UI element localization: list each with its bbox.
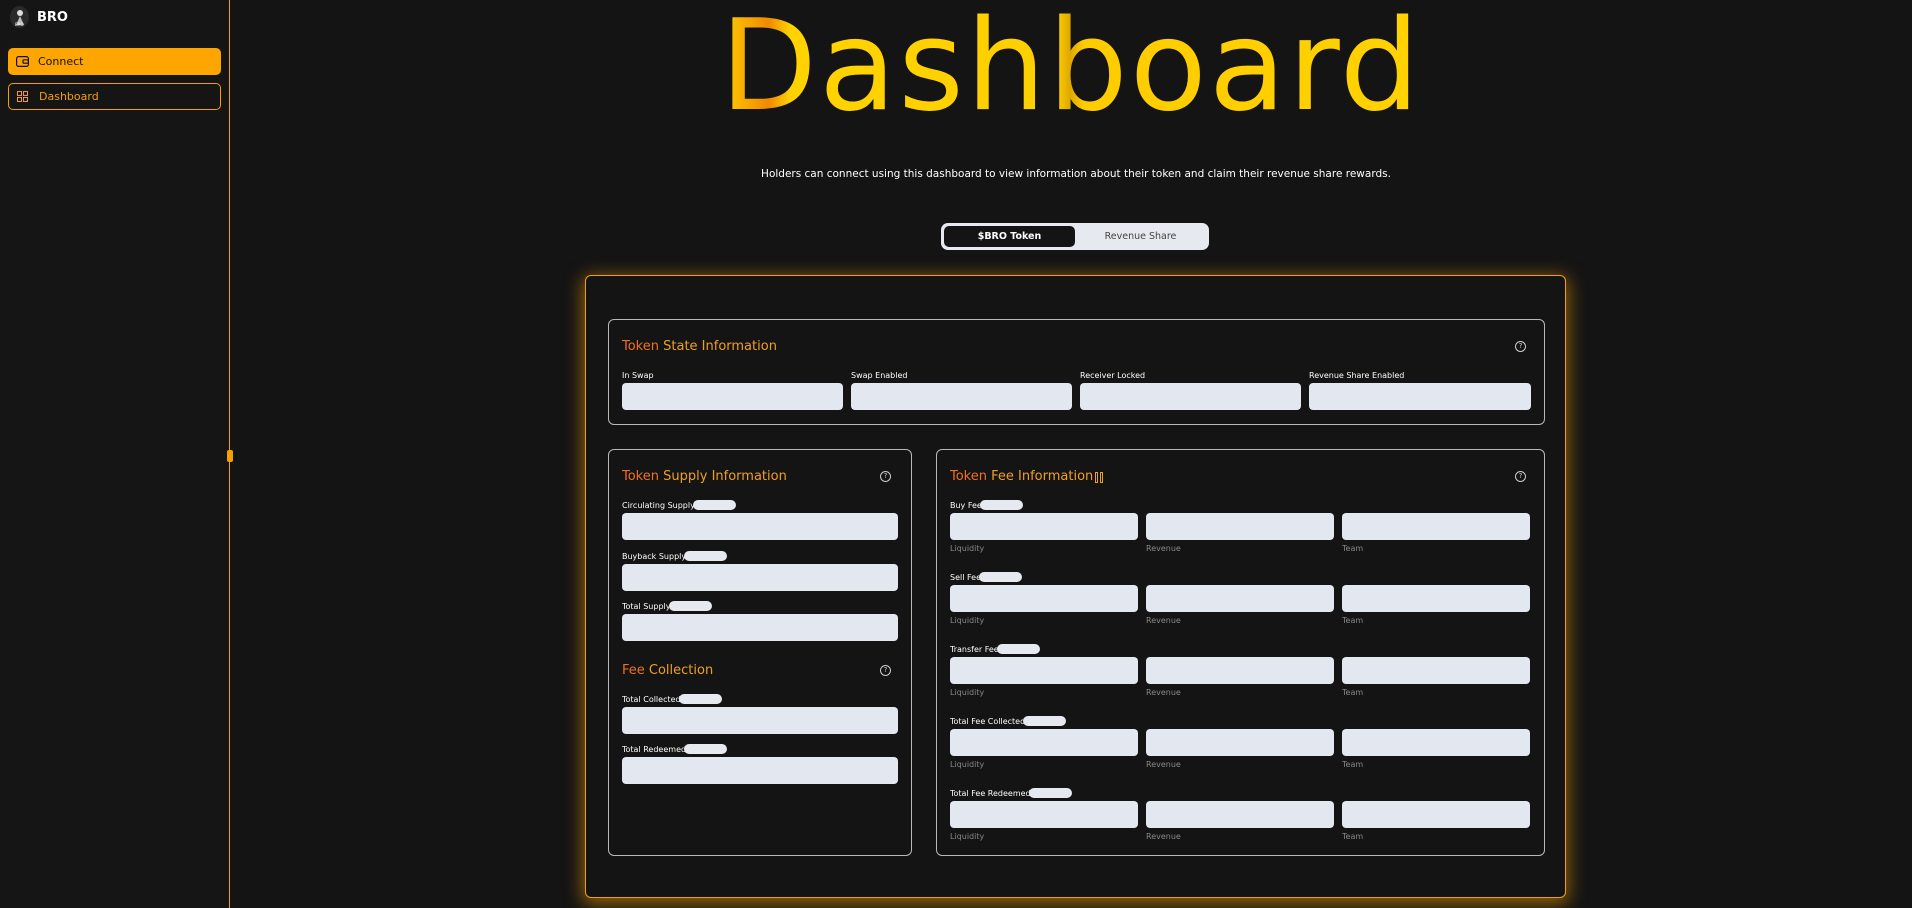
value-pill — [668, 601, 712, 611]
help-icon[interactable]: ? — [880, 471, 891, 482]
liquidity-caption: Liquidity — [950, 616, 985, 625]
total-fee-redeemed-label: Total Fee Redeemed — [950, 788, 1072, 798]
team-caption: Team — [1342, 544, 1364, 553]
sidebar: BRO BRO Connect Dashboard — [0, 0, 230, 908]
revenue-caption: Revenue — [1146, 760, 1181, 769]
token-supply-title: Token Supply Information — [622, 469, 787, 484]
value-pill — [979, 500, 1023, 510]
receiver-locked-label: Receiver Locked — [1080, 371, 1146, 380]
sell-fee-revenue-field — [1146, 585, 1334, 612]
nav-connect-button[interactable]: Connect — [8, 48, 221, 75]
grid-icon — [17, 91, 31, 102]
revenue-share-enabled-field — [1309, 383, 1531, 410]
total-fee-collected-liquidity-field — [950, 729, 1138, 756]
token-fee-title: Token Fee Information — [950, 469, 1094, 484]
liquidity-caption: Liquidity — [950, 832, 985, 841]
sidebar-resize-handle[interactable] — [227, 450, 233, 462]
liquidity-caption: Liquidity — [950, 544, 985, 553]
svg-text:BRO: BRO — [15, 22, 24, 27]
token-state-title: Token State Information — [622, 339, 777, 354]
swap-enabled-label: Swap Enabled — [851, 371, 908, 380]
tab-bro-token[interactable]: $BRO Token — [944, 226, 1075, 247]
revenue-share-enabled-label: Revenue Share Enabled — [1309, 371, 1405, 380]
circulating-supply-label: Circulating Supply — [622, 500, 736, 510]
value-pill — [684, 744, 728, 754]
in-swap-label: In Swap — [622, 371, 654, 380]
transfer-fee-liquidity-field — [950, 657, 1138, 684]
brand: BRO BRO — [10, 6, 68, 28]
nav-dashboard-label: Dashboard — [39, 90, 99, 103]
total-fee-redeemed-revenue-field — [1146, 801, 1334, 828]
fee-collection-title: Fee Collection — [622, 663, 714, 678]
nav-connect-label: Connect — [38, 55, 84, 68]
help-icon[interactable]: ? — [1515, 341, 1526, 352]
transfer-fee-label: Transfer Fee — [950, 644, 1040, 654]
revenue-caption: Revenue — [1146, 832, 1181, 841]
wallet-icon — [16, 56, 30, 67]
buyback-supply-label: Buyback Supply — [622, 551, 728, 561]
pause-icon[interactable] — [1095, 472, 1105, 484]
sell-fee-liquidity-field — [950, 585, 1138, 612]
total-fee-collected-revenue-field — [1146, 729, 1334, 756]
revenue-caption: Revenue — [1146, 616, 1181, 625]
help-icon[interactable]: ? — [880, 665, 891, 676]
nav-dashboard-button[interactable]: Dashboard — [8, 83, 221, 110]
team-caption: Team — [1342, 832, 1364, 841]
revenue-caption: Revenue — [1146, 544, 1181, 553]
sell-fee-label: Sell Fee — [950, 572, 1022, 582]
value-pill — [1028, 788, 1072, 798]
total-redeemed-field — [622, 757, 898, 784]
token-fee-card: Token Fee Information ? Buy Fee Liquidit… — [936, 449, 1545, 856]
total-fee-collected-label: Total Fee Collected — [950, 716, 1067, 726]
total-collected-label: Total Collected — [622, 694, 722, 704]
value-pill — [684, 551, 728, 561]
page-subtitle: Holders can connect using this dashboard… — [761, 168, 1391, 180]
value-pill — [1023, 716, 1067, 726]
value-pill — [692, 500, 736, 510]
sell-fee-team-field — [1342, 585, 1530, 612]
brand-name: BRO — [37, 9, 68, 25]
value-pill — [996, 644, 1040, 654]
team-caption: Team — [1342, 616, 1364, 625]
page-title: Dashboard — [720, 0, 1420, 136]
value-pill — [678, 694, 722, 704]
total-fee-collected-team-field — [1342, 729, 1530, 756]
total-supply-label: Total Supply — [622, 601, 712, 611]
token-supply-card: Token Supply Information ? Circulating S… — [608, 449, 912, 856]
total-fee-redeemed-team-field — [1342, 801, 1530, 828]
buy-fee-label: Buy Fee — [950, 500, 1023, 510]
buy-fee-liquidity-field — [950, 513, 1138, 540]
circulating-supply-field — [622, 513, 898, 540]
token-state-card: Token State Information ? In Swap Swap E… — [608, 319, 1545, 425]
tab-revenue-share[interactable]: Revenue Share — [1075, 226, 1206, 247]
logo: BRO — [10, 6, 29, 28]
revenue-caption: Revenue — [1146, 688, 1181, 697]
swap-enabled-field — [851, 383, 1072, 410]
receiver-locked-field — [1080, 383, 1301, 410]
help-icon[interactable]: ? — [1515, 471, 1526, 482]
buy-fee-revenue-field — [1146, 513, 1334, 540]
transfer-fee-revenue-field — [1146, 657, 1334, 684]
buy-fee-team-field — [1342, 513, 1530, 540]
in-swap-field — [622, 383, 843, 410]
team-caption: Team — [1342, 688, 1364, 697]
total-redeemed-label: Total Redeemed — [622, 744, 728, 754]
liquidity-caption: Liquidity — [950, 688, 985, 697]
main-panel: Token State Information ? In Swap Swap E… — [585, 275, 1566, 898]
total-collected-field — [622, 707, 898, 734]
transfer-fee-team-field — [1342, 657, 1530, 684]
value-pill — [979, 572, 1022, 582]
buyback-supply-field — [622, 564, 898, 591]
team-caption: Team — [1342, 760, 1364, 769]
tab-switcher: $BRO Token Revenue Share — [941, 223, 1209, 250]
total-fee-redeemed-liquidity-field — [950, 801, 1138, 828]
liquidity-caption: Liquidity — [950, 760, 985, 769]
total-supply-field — [622, 614, 898, 641]
